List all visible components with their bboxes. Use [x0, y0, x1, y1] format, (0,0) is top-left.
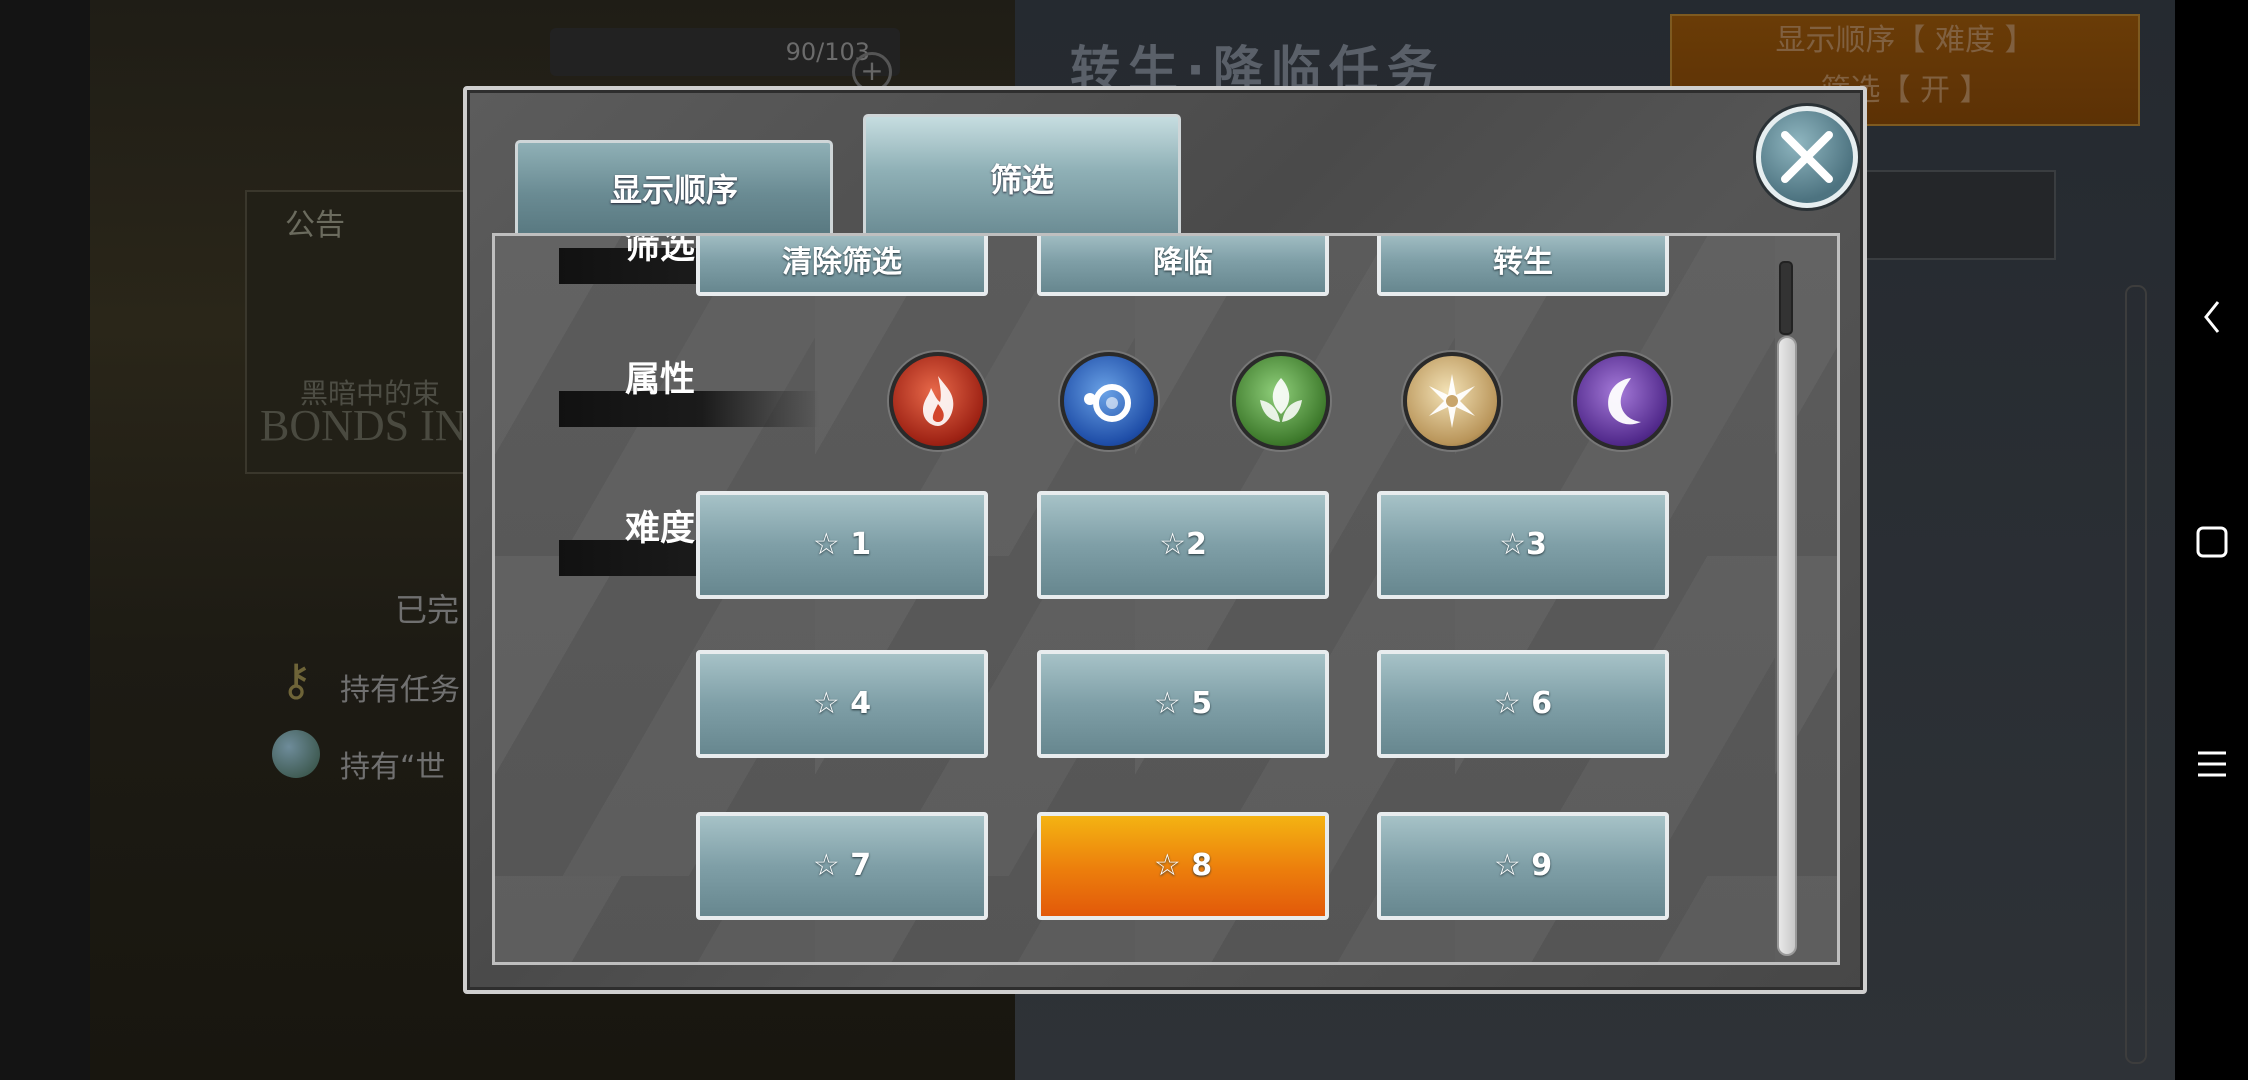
tab-display-order[interactable]: 显示顺序 [515, 140, 833, 236]
dark-attribute-button[interactable] [1573, 352, 1671, 450]
filter-panel: 筛选 清除筛选 降临 转生 属性 难度 ☆ 1 ☆2 ☆3 ☆ 4 ☆ 5 ☆ … [492, 233, 1840, 965]
dark-icon [1608, 378, 1641, 425]
difficulty-1-button[interactable]: ☆ 1 [696, 491, 988, 599]
wood-attribute-button[interactable] [1232, 352, 1330, 450]
reincarnation-filter-button[interactable]: 转生 [1377, 236, 1669, 296]
menu-icon[interactable] [2175, 732, 2248, 792]
filter-dialog: 显示顺序 筛选 筛选 清除筛选 降临 转生 属性 难度 ☆ 1 ☆2 ☆3 ☆ … [463, 86, 1867, 994]
close-button[interactable] [1756, 106, 1858, 208]
filter-label-text: 筛选 [625, 233, 696, 267]
background-scrollbar [2125, 285, 2147, 1064]
back-icon[interactable] [2175, 285, 2248, 345]
scrollbar-thumb[interactable] [1777, 336, 1797, 956]
notice-label: 公告 [285, 208, 345, 243]
background-panel-box [1860, 170, 2056, 260]
clear-filter-button[interactable]: 清除筛选 [696, 236, 988, 296]
close-icon [1781, 131, 1833, 183]
fire-attribute-button[interactable] [889, 352, 987, 450]
difficulty-2-button[interactable]: ☆2 [1037, 491, 1329, 599]
difficulty-7-button[interactable]: ☆ 7 [696, 812, 988, 920]
fire-icon [923, 376, 954, 426]
wood-icon [1260, 378, 1302, 422]
water-attribute-button[interactable] [1060, 352, 1158, 450]
light-attribute-button[interactable] [1403, 352, 1501, 450]
key-icon: ⚷ [280, 655, 313, 706]
difficulty-3-button[interactable]: ☆3 [1377, 491, 1669, 599]
descend-filter-button[interactable]: 降临 [1037, 236, 1329, 296]
home-icon[interactable] [2175, 510, 2248, 570]
difficulty-8-button[interactable]: ☆ 8 [1037, 812, 1329, 920]
completed-text: 已完 [395, 591, 460, 629]
order-line: 显示顺序【 难度 】 [1775, 23, 2035, 58]
hold-world-text: 持有“世 [340, 750, 446, 785]
difficulty-5-button[interactable]: ☆ 5 [1037, 650, 1329, 758]
tab-filter[interactable]: 筛选 [863, 114, 1181, 236]
attribute-label-text: 属性 [625, 360, 696, 400]
globe-icon [272, 730, 320, 778]
difficulty-label-text: 难度 [625, 509, 696, 549]
difficulty-6-button[interactable]: ☆ 6 [1377, 650, 1669, 758]
difficulty-4-button[interactable]: ☆ 4 [696, 650, 988, 758]
water-icon [1084, 384, 1131, 422]
attribute-row-label: 属性 [559, 360, 819, 427]
stamina-counter: 90/103 [550, 28, 900, 76]
difficulty-9-button[interactable]: ☆ 9 [1377, 812, 1669, 920]
light-icon [1429, 374, 1475, 428]
hold-task-text: 持有任务 [340, 673, 460, 708]
navigation-bar [2175, 0, 2248, 1080]
scrollbar-track-top [1779, 261, 1793, 335]
